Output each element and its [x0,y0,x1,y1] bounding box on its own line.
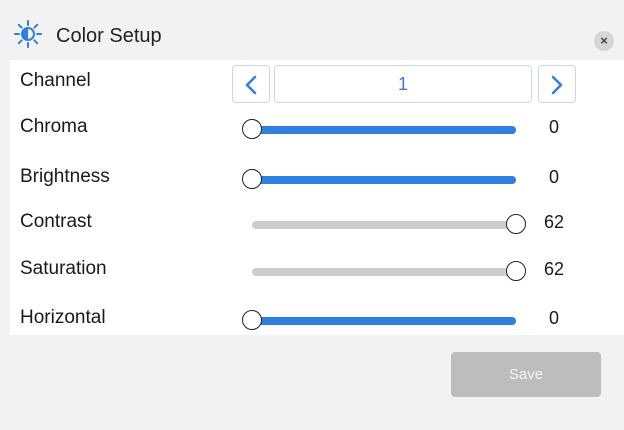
channel-prev-button[interactable] [232,65,270,103]
slider-label: Chroma [20,116,88,137]
channel-value-field[interactable]: 1 [274,65,532,103]
channel-row: Channel 1 [10,60,624,106]
slider-track[interactable] [252,221,516,229]
slider-row-chroma: Chroma 0 [10,106,624,152]
slider-track[interactable] [252,176,516,184]
slider-row-contrast: Contrast 62 [10,201,624,247]
slider-value: 62 [543,259,565,279]
close-button[interactable]: × [594,31,614,51]
slider-fill [252,126,516,134]
brightness-icon [14,20,42,48]
slider-row-saturation: Saturation 62 [10,248,624,294]
slider-row-horizontal: Horizontal 0 [10,297,624,343]
slider-track[interactable] [252,317,516,325]
slider-fill [252,176,516,184]
slider-row-brightness: Brightness 0 [10,156,624,202]
chevron-left-icon [245,75,257,95]
slider-label: Contrast [20,211,92,232]
settings-panel: Channel 1 Chroma 0 Brightness 0 Contrast [10,60,624,335]
slider-label: Brightness [20,166,110,187]
slider-track[interactable] [252,268,516,276]
slider-handle[interactable] [506,214,526,234]
slider-handle[interactable] [242,119,262,139]
slider-value: 0 [548,117,559,137]
save-button[interactable]: Save [451,352,601,397]
slider-handle[interactable] [242,310,262,330]
chevron-right-icon [551,75,563,95]
slider-label: Saturation [20,258,107,279]
dialog-header: Color Setup × [0,0,624,60]
slider-fill [252,317,516,325]
slider-value: 0 [548,308,559,328]
dialog-title: Color Setup [56,25,162,47]
channel-next-button[interactable] [538,65,576,103]
slider-handle[interactable] [242,169,262,189]
channel-label: Channel [20,70,91,91]
slider-value: 0 [548,167,559,187]
close-icon: × [600,33,608,48]
slider-track[interactable] [252,126,516,134]
slider-value: 62 [543,212,565,232]
slider-label: Horizontal [20,307,106,328]
slider-handle[interactable] [506,261,526,281]
